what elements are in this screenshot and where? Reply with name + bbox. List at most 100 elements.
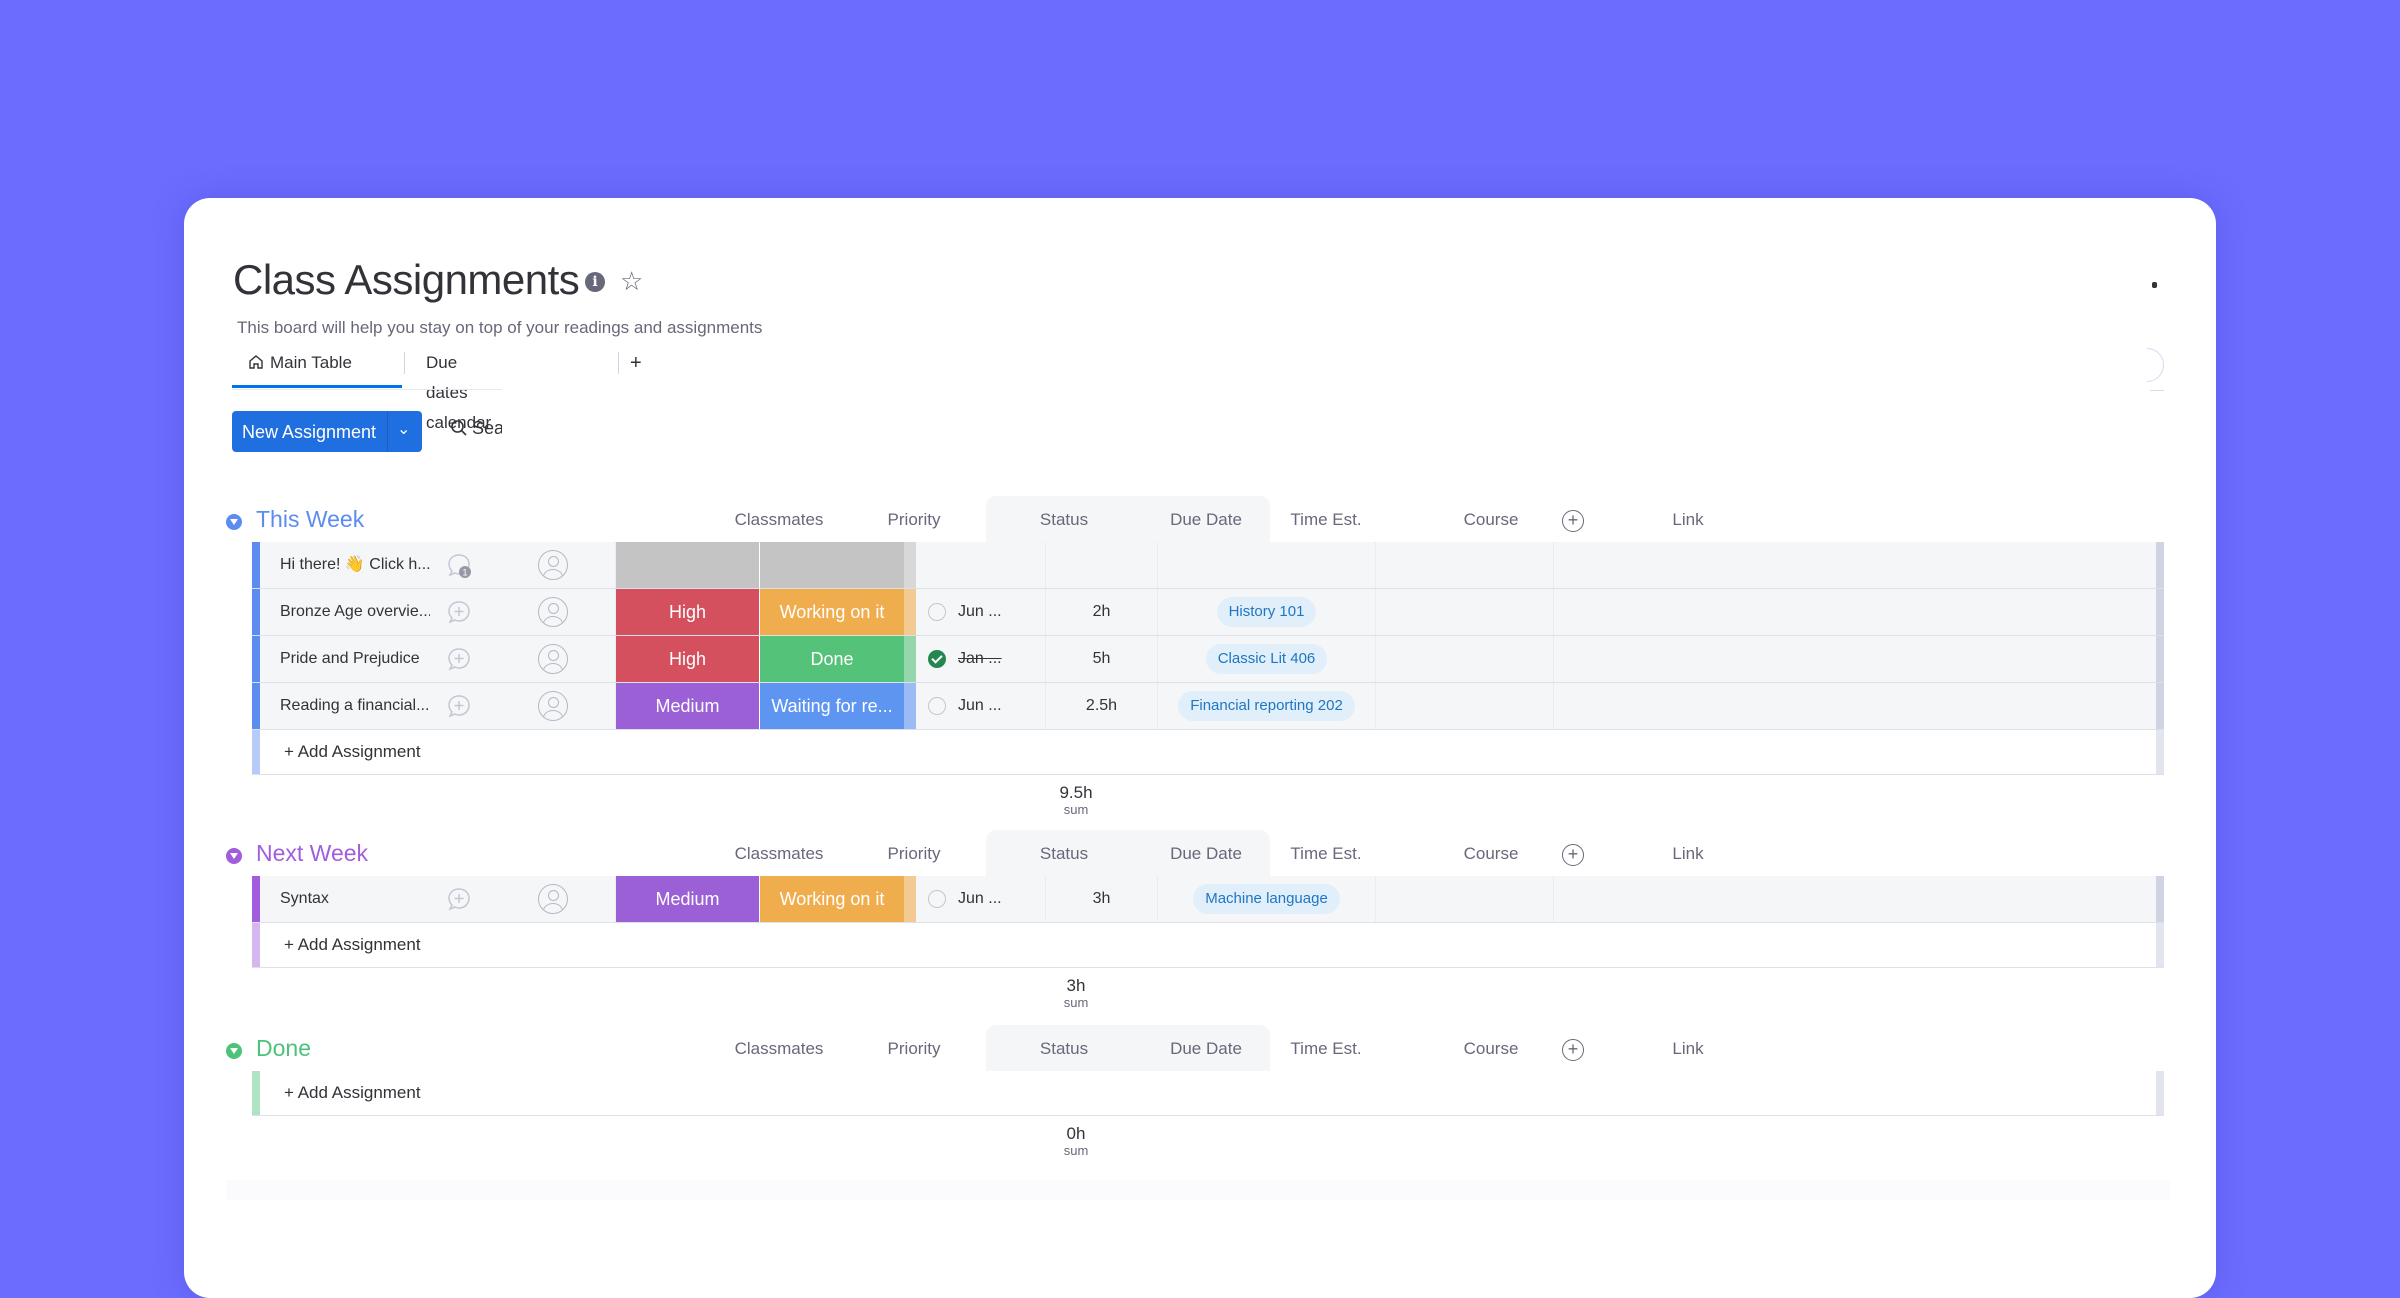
search-button[interactable]: Search xyxy=(450,418,502,439)
link-cell[interactable] xyxy=(1376,636,1554,682)
add-assignment-row[interactable]: + Add Assignment xyxy=(252,730,2164,775)
check-circle-icon[interactable] xyxy=(928,650,946,668)
group-title[interactable]: Next Week xyxy=(256,840,368,867)
add-update-icon[interactable] xyxy=(446,886,472,912)
status-cell[interactable]: Done xyxy=(760,636,904,682)
column-header-priority[interactable]: Priority xyxy=(854,844,974,864)
chevron-down-icon[interactable]: ⌄ xyxy=(397,419,410,439)
link-cell[interactable] xyxy=(1376,683,1554,729)
column-header-time-est-[interactable]: Time Est. xyxy=(1266,844,1386,864)
column-header-time-est-[interactable]: Time Est. xyxy=(1266,510,1386,530)
table-row[interactable]: Hi there! 👋 Click h... 1 xyxy=(252,542,2164,589)
column-header-course[interactable]: Course xyxy=(1431,844,1551,864)
item-name-cell[interactable]: Hi there! 👋 Click h... 1 xyxy=(260,542,492,588)
course-cell[interactable] xyxy=(1158,542,1376,588)
link-cell[interactable] xyxy=(1376,542,1554,588)
add-update-icon[interactable] xyxy=(446,693,472,719)
column-header-classmates[interactable]: Classmates xyxy=(719,510,839,530)
collapse-group-icon[interactable] xyxy=(226,514,242,530)
item-name-cell[interactable]: Reading a financial... xyxy=(260,683,492,729)
priority-cell[interactable]: Medium xyxy=(616,683,760,729)
column-header-due-date[interactable]: Due Date xyxy=(1146,1039,1266,1059)
link-cell[interactable] xyxy=(1376,876,1554,922)
add-column-icon[interactable]: + xyxy=(1562,844,1584,866)
info-icon[interactable]: i xyxy=(585,272,605,292)
empty-circle-icon[interactable] xyxy=(928,603,946,621)
column-header-link[interactable]: Link xyxy=(1628,844,1748,864)
add-column-icon[interactable]: + xyxy=(1562,1039,1584,1061)
star-icon[interactable]: ☆ xyxy=(620,266,643,297)
classmates-cell[interactable] xyxy=(492,589,616,635)
new-assignment-button[interactable]: New Assignment ⌄ xyxy=(232,411,422,452)
classmates-cell[interactable] xyxy=(492,876,616,922)
add-assignment-row[interactable]: + Add Assignment xyxy=(252,923,2164,968)
link-cell[interactable] xyxy=(1376,589,1554,635)
column-header-time-est-[interactable]: Time Est. xyxy=(1266,1039,1386,1059)
empty-circle-icon[interactable] xyxy=(928,697,946,715)
add-assignment-input[interactable]: + Add Assignment xyxy=(284,935,421,955)
status-cell[interactable] xyxy=(760,542,904,588)
item-name-cell[interactable]: Pride and Prejudice xyxy=(260,636,492,682)
add-assignment-input[interactable]: + Add Assignment xyxy=(284,1083,421,1103)
course-cell[interactable]: History 101 xyxy=(1158,589,1376,635)
status-cell[interactable]: Waiting for re... xyxy=(760,683,904,729)
column-header-course[interactable]: Course xyxy=(1431,1039,1551,1059)
tab-due-dates-calendar[interactable]: Due dates calendar xyxy=(426,348,491,432)
column-header-classmates[interactable]: Classmates xyxy=(719,844,839,864)
board-menu-icon[interactable] xyxy=(2152,282,2157,288)
column-header-course[interactable]: Course xyxy=(1431,510,1551,530)
group-title[interactable]: This Week xyxy=(256,506,364,533)
add-assignment-input[interactable]: + Add Assignment xyxy=(284,742,421,762)
collapse-group-icon[interactable] xyxy=(226,848,242,864)
item-name-cell[interactable]: Syntax xyxy=(260,876,492,922)
column-header-status[interactable]: Status xyxy=(1004,1039,1124,1059)
column-header-classmates[interactable]: Classmates xyxy=(719,1039,839,1059)
table-row[interactable]: Pride and Prejudice High Done Jan ... 5h… xyxy=(252,636,2164,683)
time-est-cell[interactable] xyxy=(1046,542,1158,588)
classmates-cell[interactable] xyxy=(492,542,616,588)
group-title[interactable]: Done xyxy=(256,1035,311,1062)
column-header-priority[interactable]: Priority xyxy=(854,510,974,530)
status-cell[interactable]: Working on it xyxy=(760,876,904,922)
status-cell[interactable]: Working on it xyxy=(760,589,904,635)
priority-cell[interactable]: Medium xyxy=(616,876,760,922)
classmates-cell[interactable] xyxy=(492,636,616,682)
column-header-link[interactable]: Link xyxy=(1628,510,1748,530)
table-row[interactable]: Reading a financial... Medium Waiting fo… xyxy=(252,683,2164,730)
column-header-priority[interactable]: Priority xyxy=(854,1039,974,1059)
collapse-group-icon[interactable] xyxy=(226,1043,242,1059)
column-header-due-date[interactable]: Due Date xyxy=(1146,510,1266,530)
course-cell[interactable]: Machine language xyxy=(1158,876,1376,922)
due-date-cell[interactable]: Jun ... xyxy=(916,683,1046,729)
priority-cell[interactable] xyxy=(616,542,760,588)
updates-icon[interactable]: 1 xyxy=(446,552,472,578)
course-cell[interactable]: Financial reporting 202 xyxy=(1158,683,1376,729)
time-est-cell[interactable]: 5h xyxy=(1046,636,1158,682)
column-header-status[interactable]: Status xyxy=(1004,510,1124,530)
due-date-cell[interactable] xyxy=(916,542,1046,588)
priority-cell[interactable]: High xyxy=(616,636,760,682)
table-row[interactable]: Bronze Age overvie... High Working on it… xyxy=(252,589,2164,636)
course-cell[interactable]: Classic Lit 406 xyxy=(1158,636,1376,682)
empty-circle-icon[interactable] xyxy=(928,890,946,908)
time-est-cell[interactable]: 2h xyxy=(1046,589,1158,635)
add-update-icon[interactable] xyxy=(446,646,472,672)
column-header-link[interactable]: Link xyxy=(1628,1039,1748,1059)
column-header-due-date[interactable]: Due Date xyxy=(1146,844,1266,864)
time-est-cell[interactable]: 3h xyxy=(1046,876,1158,922)
due-date-cell[interactable]: Jun ... xyxy=(916,589,1046,635)
due-date-cell[interactable]: Jun ... xyxy=(916,876,1046,922)
priority-cell[interactable]: High xyxy=(616,589,760,635)
classmates-cell[interactable] xyxy=(492,683,616,729)
add-update-icon[interactable] xyxy=(446,599,472,625)
item-name-cell[interactable]: Bronze Age overvie... xyxy=(260,589,492,635)
add-column-icon[interactable]: + xyxy=(1562,510,1584,532)
add-assignment-row[interactable]: + Add Assignment xyxy=(252,1071,2164,1116)
tab-main-table[interactable]: Main Table xyxy=(232,348,402,388)
board-title[interactable]: Class Assignments xyxy=(233,256,580,304)
time-est-cell[interactable]: 2.5h xyxy=(1046,683,1158,729)
table-row[interactable]: Syntax Medium Working on it Jun ... 3h M… xyxy=(252,876,2164,923)
board-description[interactable]: This board will help you stay on top of … xyxy=(237,318,762,338)
add-view-button[interactable]: + xyxy=(630,348,642,388)
column-header-status[interactable]: Status xyxy=(1004,844,1124,864)
